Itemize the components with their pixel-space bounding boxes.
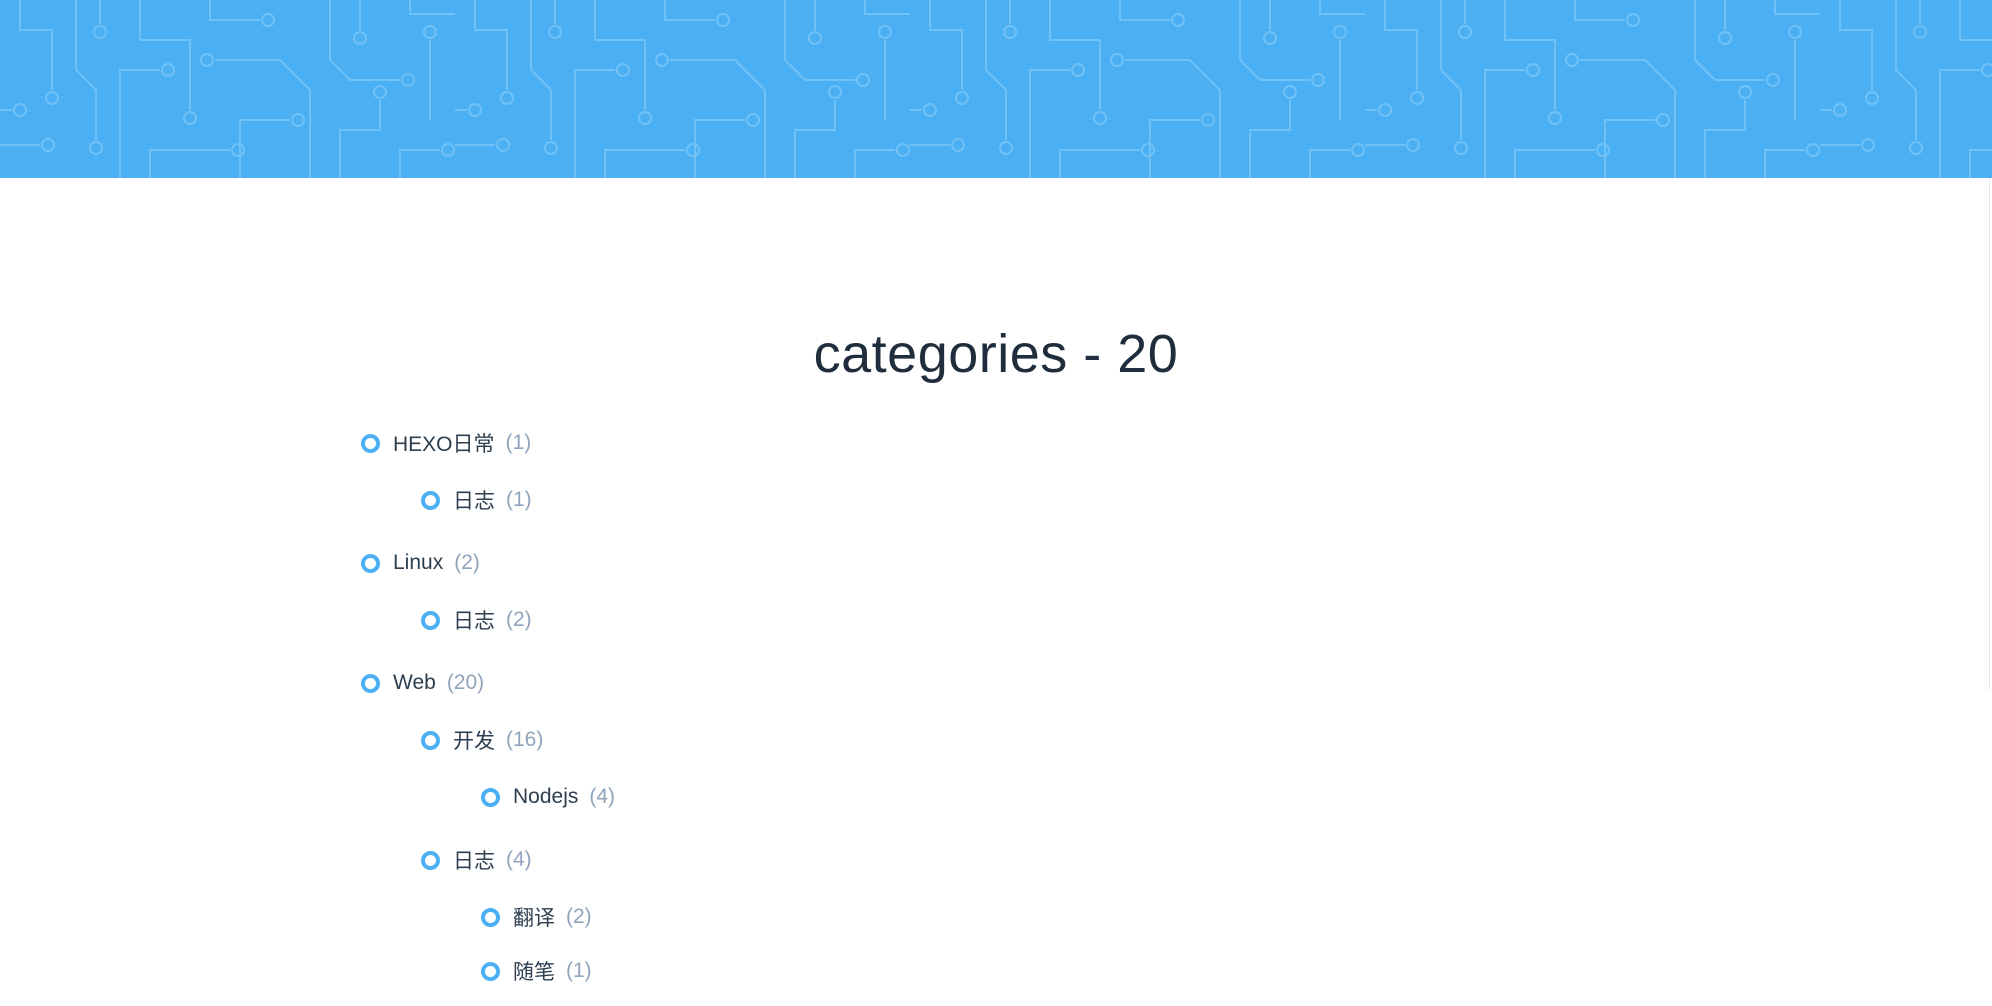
- page-title: categories - 20: [813, 324, 1179, 384]
- category-item: HEXO日常 (1): [361, 428, 531, 458]
- circle-bullet-icon: [481, 961, 500, 981]
- category-item: 随笔 (1): [481, 956, 592, 986]
- category-count: (2): [566, 905, 592, 928]
- category-count: (4): [506, 848, 532, 871]
- category-item: 日志 (4): [421, 845, 532, 875]
- circle-bullet-icon: [421, 610, 440, 630]
- category-item: 开发 (16): [421, 725, 543, 755]
- category-item: Linux (2): [361, 548, 480, 578]
- category-link[interactable]: 开发: [453, 725, 495, 755]
- circle-bullet-icon: [481, 907, 500, 927]
- category-count: (16): [506, 728, 544, 751]
- category-count: (1): [506, 488, 532, 511]
- category-item: 日志 (2): [421, 605, 532, 635]
- category-item: 翻译 (2): [481, 902, 592, 932]
- circle-bullet-icon: [361, 553, 380, 573]
- circle-bullet-icon: [421, 730, 440, 750]
- category-link[interactable]: 日志: [453, 845, 495, 875]
- circuit-pattern-graphic: [0, 0, 1992, 178]
- category-link[interactable]: 日志: [453, 605, 495, 635]
- circle-bullet-icon: [421, 490, 440, 510]
- category-item: 日志 (1): [421, 485, 532, 515]
- category-count: (1): [505, 431, 532, 454]
- category-count: (2): [506, 608, 532, 631]
- category-count: (1): [566, 959, 592, 982]
- category-link[interactable]: 日志: [453, 485, 495, 515]
- circle-bullet-icon: [421, 850, 440, 870]
- category-count: (20): [446, 671, 485, 694]
- category-count: (4): [589, 785, 616, 808]
- header-banner: [0, 0, 1992, 178]
- circle-bullet-icon: [481, 787, 500, 807]
- circle-bullet-icon: [361, 673, 380, 693]
- category-link[interactable]: HEXO日常: [393, 428, 495, 458]
- category-item: Nodejs (4): [481, 782, 615, 812]
- content-right-border: [1989, 178, 1990, 690]
- category-link[interactable]: Web: [393, 671, 436, 695]
- category-count: (2): [454, 551, 480, 574]
- category-link[interactable]: 随笔: [513, 956, 555, 986]
- category-link[interactable]: 翻译: [513, 902, 555, 932]
- category-link[interactable]: Linux: [393, 551, 443, 575]
- category-link[interactable]: Nodejs: [513, 785, 578, 809]
- category-item: Web (20): [361, 668, 484, 698]
- circle-bullet-icon: [361, 433, 380, 453]
